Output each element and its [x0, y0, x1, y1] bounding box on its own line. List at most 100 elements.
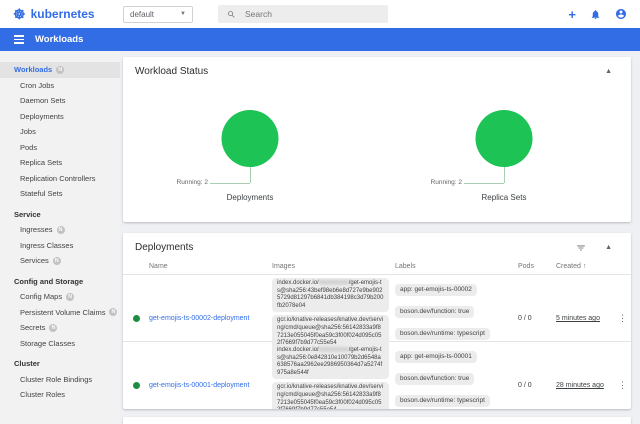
sidebar-item-replica-sets[interactable]: Replica Sets	[0, 155, 120, 171]
sidebar-item-label: Replication Controllers	[20, 174, 95, 183]
workload-status-title: Workload Status	[135, 66, 208, 77]
image-chip: index.docker.io/xxxxxxxxxx/get-emojis-ts…	[272, 278, 389, 312]
deployments-title: Deployments	[135, 242, 193, 253]
workload-status-chart: Running: 2 Deployments	[123, 86, 377, 206]
sidebar-item-stateful-sets[interactable]: Stateful Sets	[0, 186, 120, 202]
pie-callout-label: Running: 2	[177, 179, 208, 186]
table-row: get-emojis-ts-00002-deployment index.dock…	[123, 274, 631, 341]
logo-text: kubernetes	[31, 7, 95, 21]
sidebar-item-label: Config Maps	[20, 292, 62, 301]
plus-icon: +	[568, 8, 576, 21]
column-header-pods: Pods	[518, 263, 556, 270]
label-line: boson.dev/function: true	[395, 367, 518, 385]
sidebar-item-daemon-sets[interactable]: Daemon Sets	[0, 93, 120, 109]
sidebar-item-label: Services	[20, 256, 49, 265]
namespaced-badge-icon: N	[56, 66, 64, 74]
image-chip: gcr.io/knative-releases/knative.dev/serv…	[272, 382, 389, 409]
image-text: index.docker.io/	[277, 280, 319, 286]
sidebar-item-cluster-roles[interactable]: Cluster Roles	[0, 387, 120, 403]
sidebar-item-services[interactable]: Services N	[0, 253, 120, 269]
sidebar-item-config-maps[interactable]: Config MapsN	[0, 289, 120, 305]
sidebar-item-label: Pods	[20, 143, 37, 152]
sort-ascending-icon[interactable]: ↑	[583, 263, 587, 270]
sidebar: Workloads N Cron Jobs Daemon Sets Deployment…	[0, 51, 120, 424]
sidebar-item-storage-classes[interactable]: Storage Classes	[0, 336, 120, 352]
callout-connector	[464, 183, 504, 184]
label-chip: boson.dev/runtime: typescript	[395, 395, 490, 407]
namespaced-badge-icon: N	[109, 308, 117, 316]
pie-callout-label: Running: 2	[431, 179, 462, 186]
account-button[interactable]	[615, 8, 627, 20]
sidebar-item-label: Persistent Volume Claims	[20, 308, 105, 317]
sidebar-item-label: Stateful Sets	[20, 189, 63, 198]
deployment-link[interactable]: get-emojis-ts-00001-deployment	[149, 382, 249, 389]
callout-connector	[504, 167, 505, 183]
sidebar-item-ingresses[interactable]: IngressesN	[0, 222, 120, 238]
created-cell: 28 minutes ago	[556, 342, 614, 409]
kubernetes-logo[interactable]: ☸ kubernetes	[13, 7, 113, 21]
status-cell	[123, 342, 149, 409]
menu-cell: ⋮	[614, 342, 631, 409]
sidebar-section-header-service: Service	[0, 207, 120, 223]
sidebar-item-cluster-role-bindings[interactable]: Cluster Role Bindings	[0, 372, 120, 388]
running-status-icon	[133, 382, 140, 389]
sidebar-item-label: Jobs	[20, 127, 36, 136]
filter-icon[interactable]	[576, 243, 586, 253]
table-row: get-emojis-ts-00001-deploymentindex.dock…	[123, 341, 631, 408]
menu-icon[interactable]	[14, 35, 24, 44]
page-title: Workloads	[35, 34, 83, 45]
kebab-menu-icon[interactable]: ⋮	[618, 313, 627, 324]
namespace-selector[interactable]: default ▼	[123, 6, 193, 23]
sidebar-item-replication-controllers[interactable]: Replication Controllers	[0, 171, 120, 187]
sidebar-item-persistent-volume-claims[interactable]: Persistent Volume Claims N	[0, 305, 120, 321]
workload-status-charts: Running: 2 Deployments Running: 2 Replic…	[123, 83, 631, 206]
namespaced-badge-icon: N	[49, 324, 57, 332]
redacted-text: xxxxxxxxxx	[319, 280, 349, 286]
image-text: gcr.io/knative-releases/knative.dev/serv…	[277, 384, 383, 409]
callout-connector	[210, 183, 250, 184]
create-button[interactable]: +	[568, 8, 576, 21]
chart-label: Deployments	[123, 193, 377, 202]
deployment-link[interactable]: get-emojis-ts-00002-deployment	[149, 315, 249, 322]
sidebar-item-secrets[interactable]: Secrets N	[0, 320, 120, 336]
label-chip: boson.dev/runtime: typescript	[395, 328, 490, 340]
sidebar-item-cron-jobs[interactable]: Cron Jobs	[0, 78, 120, 94]
workload-status-card: Workload Status ▲ Running: 2 Deployments…	[123, 57, 631, 222]
sidebar-item-label: Replica Sets	[20, 158, 62, 167]
sidebar-item-label: Ingress Classes	[20, 241, 73, 250]
sidebar-item-jobs[interactable]: Jobs	[0, 124, 120, 140]
workload-status-chart: Running: 2 Replica Sets	[377, 86, 631, 206]
label-chip: boson.dev/function: true	[395, 373, 474, 385]
sidebar-item-label: Daemon Sets	[20, 96, 65, 105]
column-header-name: Name	[149, 263, 272, 270]
sidebar-item-label: Workloads	[14, 65, 52, 74]
notifications-button[interactable]	[590, 9, 601, 20]
label-line: boson.dev/function: true	[395, 300, 518, 318]
sidebar-section-header-config-and-storage: Config and Storage	[0, 274, 120, 290]
label-line: boson.dev/runtime: typescript	[395, 389, 518, 407]
collapse-icon[interactable]: ▲	[605, 244, 612, 251]
label-line: app: get-emojis-ts-00001	[395, 345, 518, 363]
sidebar-item-ingress-classes[interactable]: Ingress Classes	[0, 238, 120, 254]
sidebar-item-label: Secrets	[20, 323, 45, 332]
deployments-table-header: NameImagesLabelsPodsCreated ↑	[123, 259, 631, 274]
sidebar-item-workloads[interactable]: Workloads N	[0, 62, 120, 78]
column-header-labels: Labels	[395, 263, 518, 270]
top-bar: ☸ kubernetes default ▼ Search +	[0, 0, 640, 28]
sidebar-item-deployments[interactable]: Deployments	[0, 109, 120, 125]
deployments-table-body: get-emojis-ts-00002-deployment index.dock…	[123, 274, 631, 408]
label-line: app: get-emojis-ts-00002	[395, 278, 518, 296]
column-header-images: Images	[272, 263, 395, 270]
pie-chart	[476, 110, 533, 167]
search-bar[interactable]: Search	[218, 5, 388, 23]
kebab-menu-icon[interactable]: ⋮	[618, 380, 627, 391]
namespaced-badge-icon: N	[53, 257, 61, 265]
search-icon	[227, 10, 236, 19]
label-line: boson.dev/runtime: typescript	[395, 322, 518, 340]
collapse-icon[interactable]: ▲	[605, 68, 612, 75]
sidebar-item-pods[interactable]: Pods	[0, 140, 120, 156]
namespace-value: default	[130, 10, 154, 19]
pie-chart	[222, 110, 279, 167]
column-header-created: Created ↑	[556, 263, 614, 270]
chevron-down-icon: ▼	[180, 11, 186, 17]
